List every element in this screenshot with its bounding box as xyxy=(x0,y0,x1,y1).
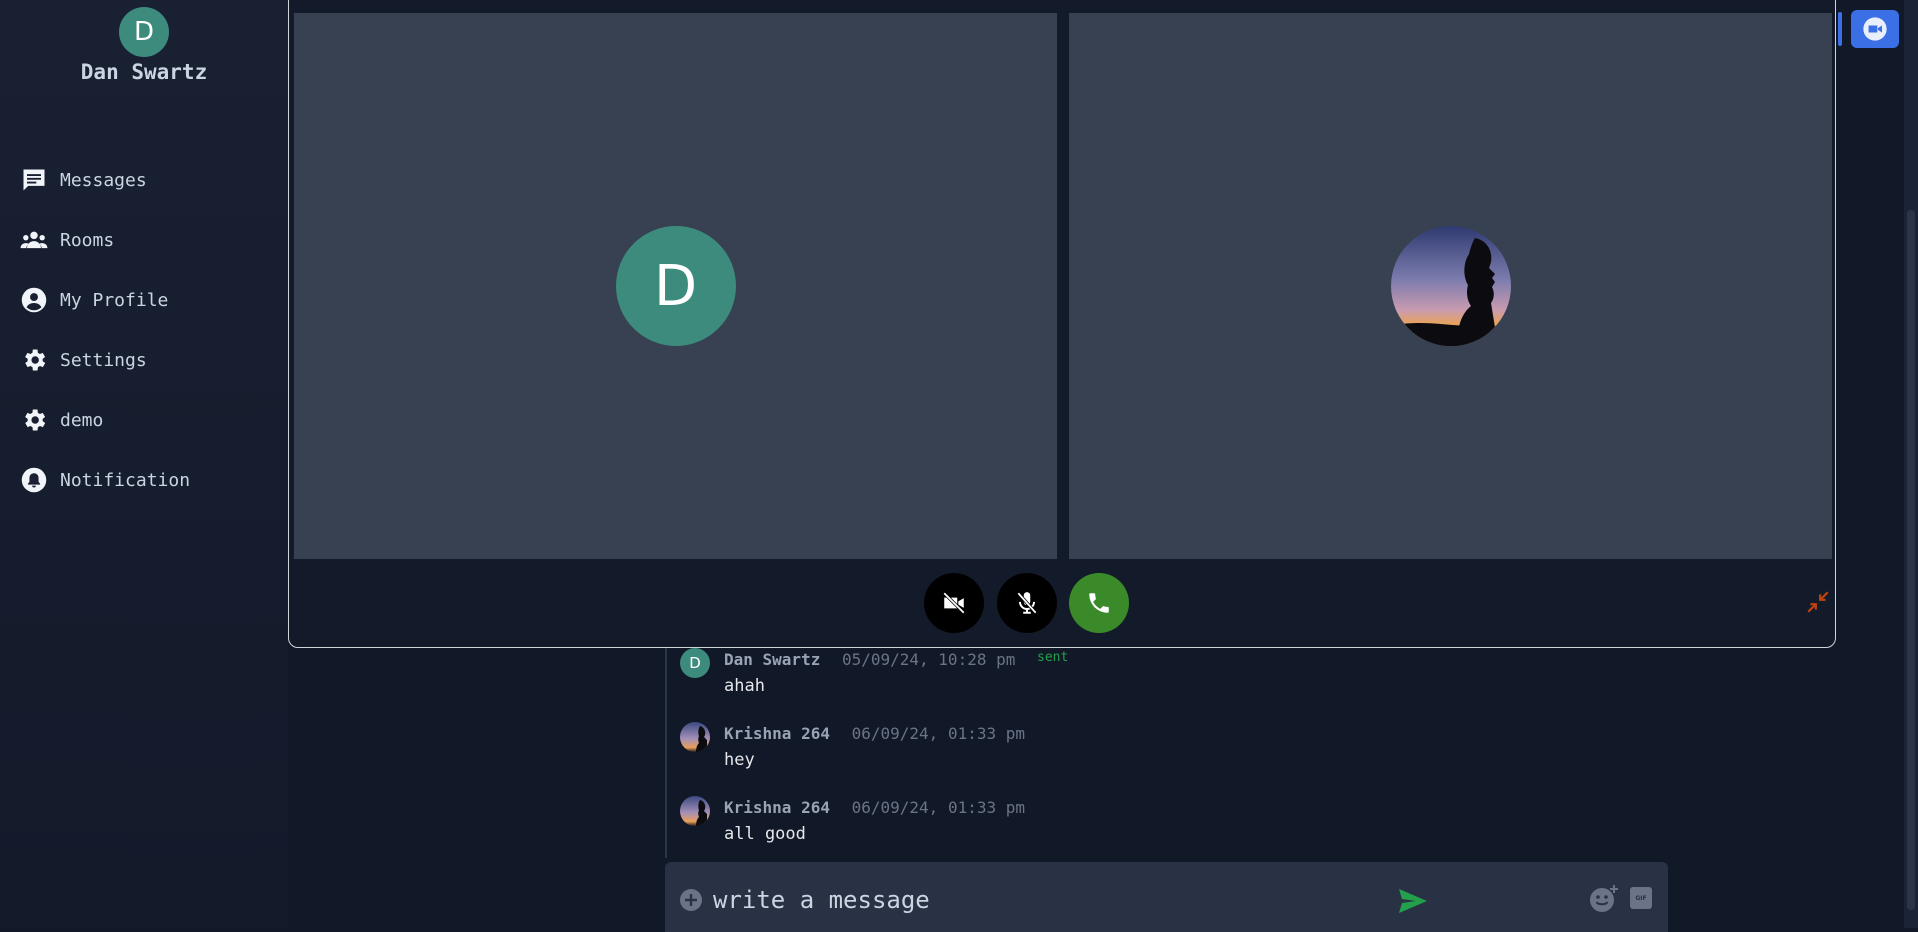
add-attachment-icon[interactable] xyxy=(679,888,703,912)
video-call-button[interactable] xyxy=(1851,10,1899,48)
gif-button[interactable]: GIF xyxy=(1630,887,1652,909)
message-sender[interactable]: Dan Swartz xyxy=(724,650,820,669)
message-timestamp: 06/09/24, 01:33 pm xyxy=(851,724,1025,743)
message-text: hey xyxy=(724,750,755,770)
message-header: Dan Swartz 05/09/24, 10:28 pm sent xyxy=(724,650,1068,669)
remote-avatar xyxy=(1390,226,1511,346)
video-call-panel: D xyxy=(288,0,1836,648)
sidebar-item-messages[interactable]: Messages xyxy=(0,150,288,210)
avatar[interactable] xyxy=(680,796,710,826)
sidebar-item-label: My Profile xyxy=(60,289,169,311)
sidebar-item-notification[interactable]: Notification xyxy=(0,450,288,510)
toggle-mic-button[interactable] xyxy=(997,573,1057,633)
remote-video-tile xyxy=(1069,13,1832,559)
chat-divider xyxy=(665,648,667,858)
video-off-icon xyxy=(943,592,965,614)
sidebar-item-label: Messages xyxy=(60,169,147,191)
phone-call-button[interactable] xyxy=(1069,573,1129,633)
message-timestamp: 06/09/24, 01:33 pm xyxy=(851,798,1025,817)
message-composer: GIF xyxy=(665,862,1668,932)
avatar[interactable] xyxy=(680,722,710,752)
message-status: sent xyxy=(1037,650,1069,665)
local-video-tile: D xyxy=(294,13,1057,559)
scrollbar[interactable] xyxy=(1904,0,1918,928)
message-text: ahah xyxy=(724,676,765,696)
phone-icon xyxy=(1089,593,1109,613)
message-icon xyxy=(23,169,45,191)
toggle-video-button[interactable] xyxy=(924,573,984,633)
sidebar-nav: Messages Rooms My Profile Settings demo … xyxy=(0,150,288,510)
people-icon xyxy=(20,231,48,249)
send-icon[interactable] xyxy=(1398,888,1428,914)
scrollbar-thumb[interactable] xyxy=(1907,210,1915,910)
sidebar-item-rooms[interactable]: Rooms xyxy=(0,210,288,270)
local-avatar: D xyxy=(615,226,736,346)
message-timestamp: 05/09/24, 10:28 pm xyxy=(841,650,1016,669)
gear-icon xyxy=(25,409,46,431)
sidebar-item-my-profile[interactable]: My Profile xyxy=(0,270,288,330)
minimize-icon[interactable] xyxy=(1805,589,1831,615)
sidebar-item-label: Settings xyxy=(60,349,147,371)
message-sender[interactable]: Krishna 264 xyxy=(724,724,830,743)
emoji-icon[interactable] xyxy=(1589,884,1619,914)
video-camera-icon xyxy=(1863,17,1887,41)
profile-avatar[interactable]: D xyxy=(119,7,169,57)
profile-name: Dan Swartz xyxy=(80,60,208,84)
topbar-button-edge[interactable] xyxy=(1838,12,1842,46)
sidebar-item-label: Notification xyxy=(60,469,191,491)
message-header: Krishna 264 06/09/24, 01:33 pm xyxy=(724,724,1037,743)
sidebar: D Dan Swartz Messages Rooms My Profile S… xyxy=(0,0,288,928)
gear-icon xyxy=(25,349,46,371)
user-icon xyxy=(21,287,47,313)
mic-off-icon xyxy=(1017,592,1037,614)
message-text: all good xyxy=(724,824,806,844)
sidebar-item-settings[interactable]: Settings xyxy=(0,330,288,390)
avatar[interactable]: D xyxy=(680,648,710,678)
sidebar-item-label: Rooms xyxy=(60,229,115,251)
message-input[interactable] xyxy=(711,880,1355,920)
sidebar-item-demo[interactable]: demo xyxy=(0,390,288,450)
bell-icon xyxy=(21,467,47,493)
message-header: Krishna 264 06/09/24, 01:33 pm xyxy=(724,798,1037,817)
sidebar-item-label: demo xyxy=(60,409,104,431)
message-sender[interactable]: Krishna 264 xyxy=(724,798,830,817)
